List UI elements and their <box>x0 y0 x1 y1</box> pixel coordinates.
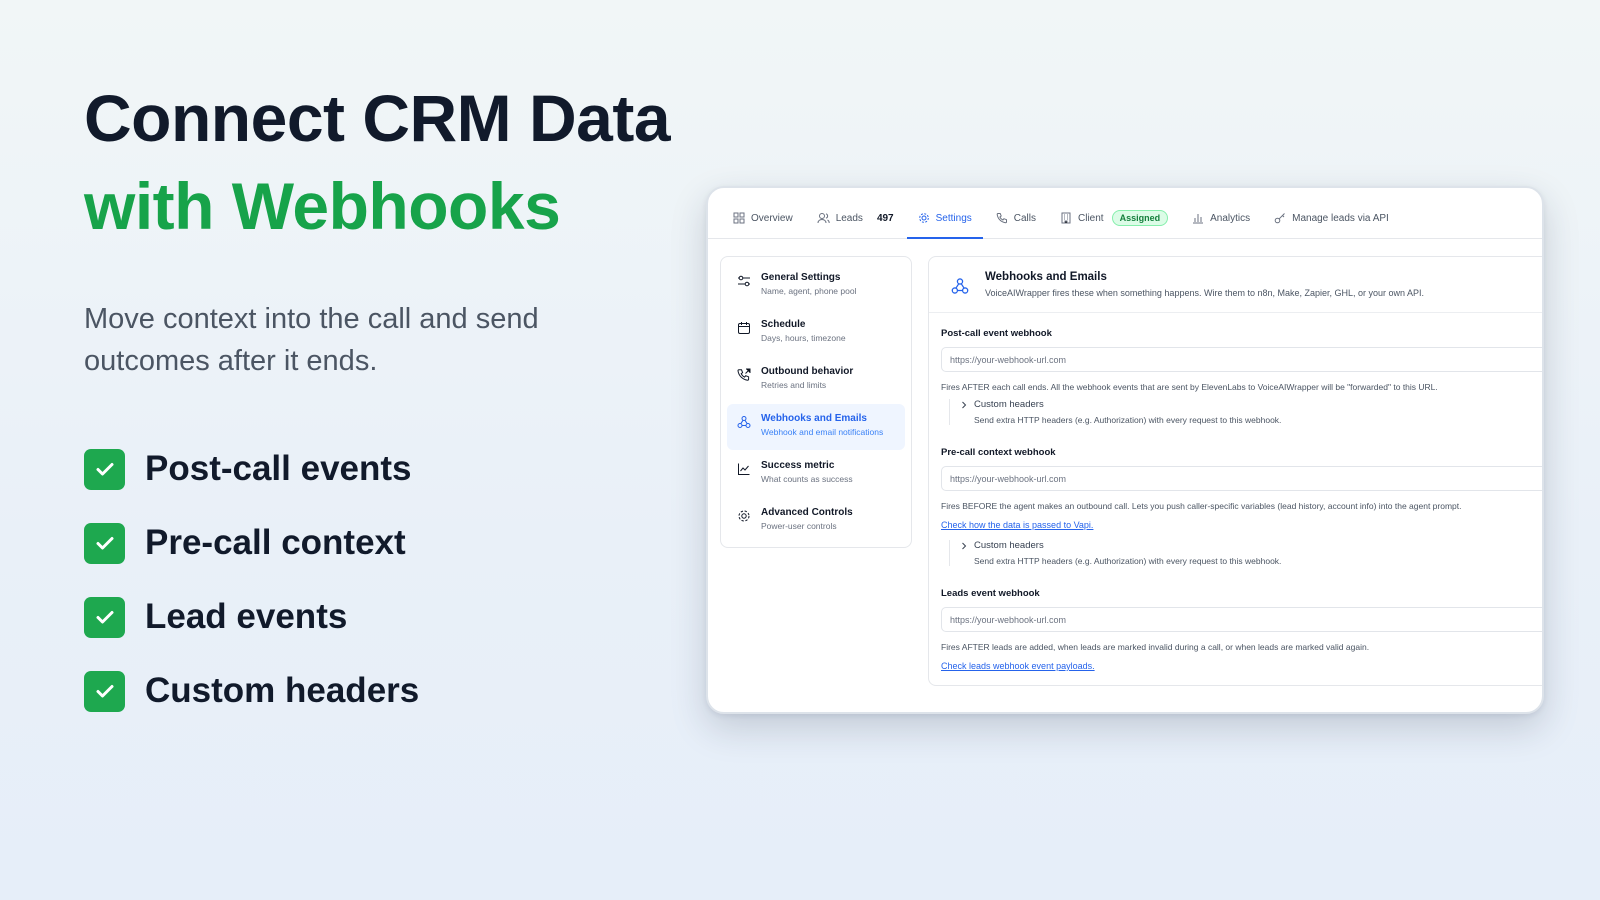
sidebar-item-outbound-behavior[interactable]: Outbound behavior Retries and limits <box>727 357 905 403</box>
tab-label: Calls <box>1013 212 1036 224</box>
tab-calls[interactable]: Calls <box>985 198 1047 238</box>
leads-webhook-input[interactable]: https://your-webhook-url.com <box>941 607 1542 632</box>
pre-call-webhook-input[interactable]: https://your-webhook-url.com <box>941 466 1542 491</box>
custom-headers-toggle[interactable]: Custom headers Send extra HTTP headers (… <box>949 399 1542 425</box>
feature-list: Post-call events Pre-call context Lead e… <box>84 432 684 728</box>
post-call-label: Post-call event webhook <box>941 328 1052 339</box>
leads-label: Leads event webhook <box>941 588 1040 599</box>
phone-outgoing-icon <box>737 368 751 381</box>
gear-icon <box>918 213 929 223</box>
app-window: Overview Leads 497 Settings Calls Client… <box>706 186 1544 714</box>
sidebar-item-title: General Settings <box>761 272 841 283</box>
tab-label: Manage leads via API <box>1292 212 1389 224</box>
leads-section: Leads event webhook https://your-webhook… <box>929 588 1542 674</box>
tab-label: Overview <box>751 212 793 224</box>
tab-leads[interactable]: Leads 497 <box>806 198 905 238</box>
vapi-data-link[interactable]: Check how the data is passed to Vapi. <box>941 520 1093 530</box>
feature-label: Pre-call context <box>145 523 406 562</box>
panel-description: VoiceAIWrapper fires these when somethin… <box>985 288 1425 298</box>
grid-icon <box>733 212 745 224</box>
bar-chart-icon <box>1193 214 1204 224</box>
leads-count: 497 <box>876 212 894 224</box>
hero-title-line1: Connect CRM Data <box>84 81 671 155</box>
hero-section: Connect CRM Data with Webhooks Move cont… <box>84 74 684 728</box>
cog-icon <box>738 510 750 522</box>
building-icon <box>1061 212 1071 224</box>
webhook-icon <box>737 416 751 428</box>
tab-label: Client <box>1078 212 1104 224</box>
settings-sidebar: General Settings Name, agent, phone pool… <box>720 256 912 548</box>
hero-subtitle: Move context into the call and send outc… <box>84 303 539 377</box>
chevron-right-icon <box>962 401 967 409</box>
feature-label: Post-call events <box>145 449 412 488</box>
tab-label: Settings <box>935 212 972 224</box>
sidebar-item-desc: Retries and limits <box>761 380 827 390</box>
checkmark-icon <box>84 522 125 564</box>
leads-help: Fires AFTER leads are added, when leads … <box>941 642 1370 652</box>
panel-header: Webhooks and Emails VoiceAIWrapper fires… <box>929 257 1542 313</box>
sidebar-item-schedule[interactable]: Schedule Days, hours, timezone <box>727 310 905 356</box>
checkmark-icon <box>84 448 125 490</box>
feature-label: Lead events <box>145 597 348 636</box>
calendar-icon <box>738 322 750 334</box>
sidebar-item-advanced-controls[interactable]: Advanced Controls Power-user controls <box>727 498 905 544</box>
pre-call-help: Fires BEFORE the agent makes an outbound… <box>941 501 1462 511</box>
tab-overview[interactable]: Overview <box>722 198 804 238</box>
feature-label: Custom headers <box>145 671 420 710</box>
sidebar-item-desc: What counts as success <box>761 474 853 484</box>
sidebar-item-desc: Webhook and email notifications <box>761 427 884 437</box>
custom-headers-desc: Send extra HTTP headers (e.g. Authorizat… <box>974 556 1282 566</box>
tab-client[interactable]: Client Assigned <box>1049 198 1179 238</box>
feature-item: Custom headers <box>84 654 684 728</box>
status-badge: Assigned <box>1111 210 1169 226</box>
sidebar-item-desc: Name, agent, phone pool <box>761 286 857 296</box>
post-call-section: Post-call event webhook https://your-web… <box>929 328 1542 425</box>
tab-manage-leads-api[interactable]: Manage leads via API <box>1263 198 1400 238</box>
webhooks-panel: Webhooks and Emails VoiceAIWrapper fires… <box>928 256 1542 686</box>
phone-icon <box>996 213 1007 224</box>
hero-title-line2: with Webhooks <box>84 169 561 243</box>
users-icon <box>817 213 830 224</box>
pre-call-label: Pre-call context webhook <box>941 447 1056 458</box>
sidebar-item-title: Success metric <box>761 460 835 471</box>
line-chart-icon <box>738 463 750 475</box>
tab-label: Analytics <box>1210 212 1251 224</box>
custom-headers-title: Custom headers <box>974 540 1044 551</box>
sidebar-item-title: Webhooks and Emails <box>761 413 867 424</box>
chevron-right-icon <box>962 542 967 550</box>
feature-item: Lead events <box>84 580 684 654</box>
tab-label: Leads <box>835 212 863 224</box>
key-icon <box>1274 213 1285 224</box>
sliders-icon <box>738 275 750 287</box>
webhook-icon <box>945 271 975 301</box>
sidebar-item-general-settings[interactable]: General Settings Name, agent, phone pool <box>727 263 905 309</box>
feature-item: Post-call events <box>84 432 684 506</box>
post-call-webhook-input[interactable]: https://your-webhook-url.com <box>941 347 1542 372</box>
feature-item: Pre-call context <box>84 506 684 580</box>
sidebar-item-title: Schedule <box>761 319 806 330</box>
custom-headers-title: Custom headers <box>974 399 1044 410</box>
panel-title: Webhooks and Emails <box>985 271 1107 283</box>
custom-headers-desc: Send extra HTTP headers (e.g. Authorizat… <box>974 415 1282 425</box>
tab-analytics[interactable]: Analytics <box>1181 198 1261 238</box>
sidebar-item-webhooks-emails[interactable]: Webhooks and Emails Webhook and email no… <box>727 404 905 450</box>
sidebar-item-title: Advanced Controls <box>761 507 853 518</box>
pre-call-section: Pre-call context webhook https://your-we… <box>929 447 1542 566</box>
sidebar-item-desc: Power-user controls <box>761 521 837 531</box>
sidebar-item-success-metric[interactable]: Success metric What counts as success <box>727 451 905 497</box>
tab-settings[interactable]: Settings <box>906 198 983 239</box>
custom-headers-toggle[interactable]: Custom headers Send extra HTTP headers (… <box>949 540 1542 566</box>
tab-bar: Overview Leads 497 Settings Calls Client… <box>708 188 1542 239</box>
checkmark-icon <box>84 596 125 638</box>
checkmark-icon <box>84 670 125 712</box>
sidebar-item-desc: Days, hours, timezone <box>761 333 846 343</box>
sidebar-item-title: Outbound behavior <box>761 366 854 377</box>
leads-payloads-link[interactable]: Check leads webhook event payloads. <box>941 661 1095 671</box>
post-call-help: Fires AFTER each call ends. All the webh… <box>941 382 1438 392</box>
